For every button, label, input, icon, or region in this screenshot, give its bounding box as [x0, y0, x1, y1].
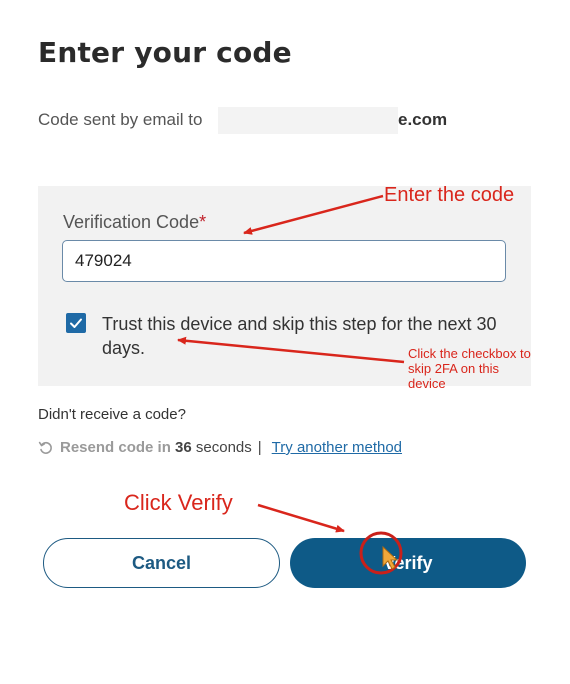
arrow-enter-code — [243, 194, 384, 235]
arrow-click-verify — [257, 503, 345, 533]
arrow-checkbox — [177, 336, 405, 364]
annotation-overlay — [177, 194, 405, 575]
